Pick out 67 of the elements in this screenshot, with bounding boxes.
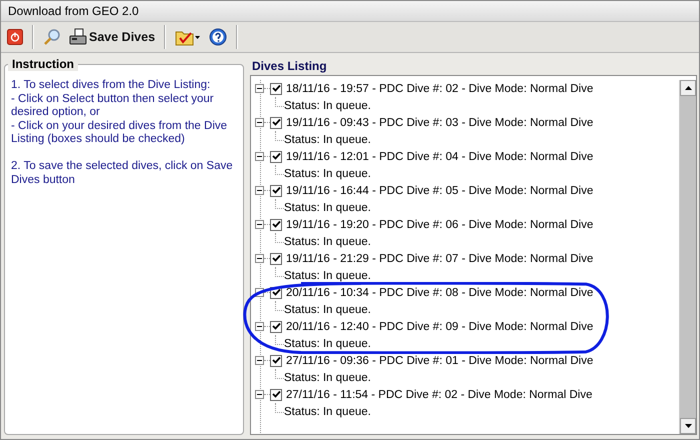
instruction-text: Listing (boxes should be checked) [11, 133, 186, 146]
status-text: Status: In queue. [284, 304, 371, 316]
status-text: Status: In queue. [284, 168, 371, 180]
power-icon [7, 29, 23, 45]
instruction-text: Dives button [11, 174, 76, 187]
dive-item[interactable]: 19/11/16 - 19:20 - PDC Dive #: 06 - Dive Mode: Normal Dive [286, 218, 594, 230]
dive-item[interactable]: 20/11/16 - 12:40 - PDC Dive #: 09 - Dive Mode: Normal Dive [286, 320, 594, 332]
checkbox[interactable] [270, 116, 282, 128]
dive-item[interactable]: 19/11/16 - 12:01 - PDC Dive #: 04 - Dive Mode: Normal Dive [286, 150, 594, 162]
collapse-icon[interactable] [255, 254, 264, 263]
status-text: Status: In queue. [284, 202, 371, 214]
dive-item[interactable]: 27/11/16 - 09:36 - PDC Dive #: 01 - Dive Mode: Normal Dive [286, 354, 594, 366]
collapse-icon[interactable] [255, 118, 264, 127]
checkbox[interactable] [270, 218, 282, 230]
up-arrow-icon[interactable] [684, 86, 692, 90]
collapse-icon[interactable] [255, 356, 264, 365]
checkmark-icon [272, 84, 280, 93]
collapse-icon[interactable] [255, 152, 264, 161]
checkbox[interactable] [270, 252, 282, 264]
dive-item[interactable]: 19/11/16 - 09:43 - PDC Dive #: 03 - Dive Mode: Normal Dive [286, 116, 594, 128]
checkbox[interactable] [270, 320, 282, 332]
dive-item[interactable]: 20/11/16 - 10:34 - PDC Dive #: 08 - Dive Mode: Normal Dive [286, 286, 594, 298]
checkmark-icon [272, 220, 280, 229]
down-arrow-icon[interactable] [684, 424, 692, 428]
collapse-icon[interactable] [255, 186, 264, 195]
checkmark-icon [272, 186, 280, 195]
section-title: Dives Listing [251, 59, 328, 75]
status-text: Status: In queue. [284, 338, 371, 350]
checkmark-icon [272, 322, 280, 331]
help-icon [209, 28, 228, 46]
window-title: Download from GEO 2.0 [8, 4, 139, 18]
instruction-text: 1. To select dives from the Dive Listing: [11, 79, 212, 92]
collapse-icon[interactable] [255, 322, 264, 331]
checkmark-icon [272, 288, 280, 297]
dive-item[interactable]: 19/11/16 - 21:29 - PDC Dive #: 07 - Dive Mode: Normal Dive [286, 252, 594, 264]
checkbox[interactable] [270, 184, 282, 196]
collapse-icon[interactable] [255, 220, 264, 229]
status-text: Status: In queue. [284, 134, 371, 146]
collapse-icon[interactable] [255, 390, 264, 399]
scrollbar[interactable] [679, 80, 696, 434]
checkmark-icon [272, 390, 280, 399]
instruction-text: - Click on your desired dives from the Dive [11, 120, 228, 133]
checkmark-icon [272, 118, 280, 127]
dive-item[interactable]: 18/11/16 - 19:57 - PDC Dive #: 02 - Dive Mode: Normal Dive [286, 82, 594, 94]
save-dives-button[interactable]: Save Dives [66, 26, 158, 48]
power-button[interactable] [4, 27, 26, 47]
checkbox[interactable] [270, 82, 282, 94]
checkmark-icon [272, 152, 280, 161]
instruction-text: - Click on Select button then select your [11, 92, 215, 106]
checkbox[interactable] [270, 150, 282, 162]
status-text: Status: In queue. [284, 372, 371, 384]
status-text: Status: In queue. [284, 100, 371, 112]
checkbox[interactable] [270, 388, 282, 400]
instruction-text: 2. To save the selected dives, click on Save [11, 160, 234, 174]
instruction-text: desired option, or [11, 106, 101, 120]
status-text: Status: In queue. [284, 406, 371, 418]
dive-item[interactable]: 19/11/16 - 16:44 - PDC Dive #: 05 - Dive Mode: Normal Dive [286, 184, 594, 196]
status-text: Status: In queue. [284, 236, 371, 248]
checkmark-icon [272, 356, 280, 365]
printer-icon [69, 28, 87, 46]
status-text: Status: In queue. [284, 270, 371, 282]
collapse-icon[interactable] [255, 84, 264, 93]
checkmark-icon [272, 254, 280, 263]
search-icon [43, 28, 61, 46]
dive-item[interactable]: 27/11/16 - 11:54 - PDC Dive #: 02 - Dive Mode: Normal Dive [286, 388, 592, 400]
checkbox[interactable] [270, 354, 282, 366]
group-title: Instruction [8, 57, 78, 71]
